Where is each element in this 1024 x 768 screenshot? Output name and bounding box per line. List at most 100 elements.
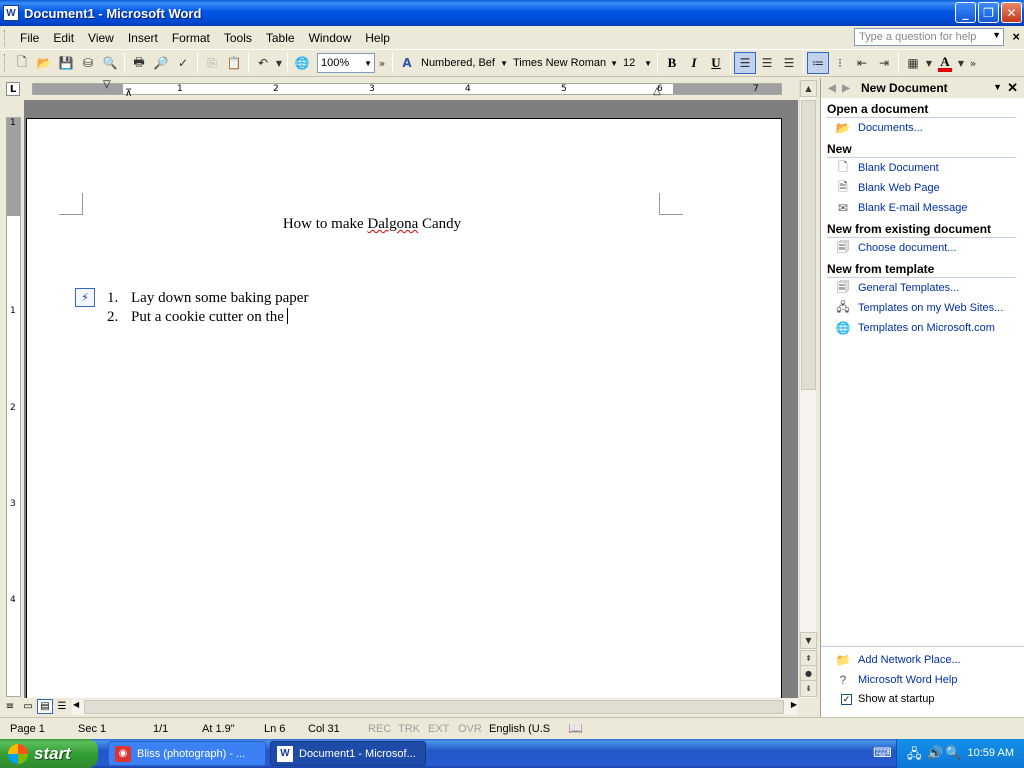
menu-edit[interactable]: Edit [46, 31, 81, 45]
close-document-button[interactable]: × [1012, 29, 1020, 44]
minimize-button[interactable]: _ [955, 2, 976, 23]
list-item[interactable]: 1. Lay down some baking paper [107, 290, 308, 307]
chevron-down-icon[interactable]: ▼ [644, 59, 652, 68]
status-line[interactable]: Ln 6 [264, 723, 285, 735]
close-button[interactable]: ✕ [1001, 2, 1022, 23]
font-combo[interactable]: Times New Roman ▼ [510, 53, 620, 73]
checkmark-icon[interactable]: ✓ [841, 693, 852, 705]
numbering-icon[interactable]: ≔ [807, 52, 829, 74]
link-web-templates[interactable]: 🖧 Templates on my Web Sites... [835, 298, 1024, 318]
close-icon[interactable]: ✕ [1007, 80, 1018, 96]
link-blank-email[interactable]: ✉ Blank E-mail Message [835, 198, 1024, 218]
document-area[interactable]: How to make Dalgona Candy ⚡ 1. Lay down s… [24, 100, 798, 698]
undo-icon[interactable]: ↶ [252, 52, 274, 74]
autocorrect-options-icon[interactable]: ⚡ [75, 288, 95, 307]
link-add-network-place[interactable]: 📁 Add Network Place... [835, 650, 1024, 670]
open-folder-icon[interactable]: 📂 [33, 52, 55, 74]
chevron-down-icon[interactable]: ▼ [993, 82, 1002, 92]
help-question-input[interactable]: Type a question for help ▼ [854, 28, 1004, 46]
permission-icon[interactable]: ⛁ [77, 52, 99, 74]
link-blank-document[interactable]: 🗋 Blank Document [835, 158, 1024, 178]
keyboard-icon[interactable]: ⌨ [873, 745, 892, 761]
status-at[interactable]: At 1.9" [202, 723, 235, 735]
show-at-startup-checkbox[interactable]: ✓ Show at startup [841, 690, 1024, 708]
align-left-icon[interactable]: ☰ [734, 52, 756, 74]
align-center-icon[interactable]: ☰ [756, 52, 778, 74]
print-layout-view-icon[interactable]: ▤ [37, 699, 53, 714]
link-general-templates[interactable]: 🗐 General Templates... [835, 278, 1024, 298]
taskbar-item-browser[interactable]: ◉ Bliss (photograph) - ... [108, 741, 266, 766]
save-icon[interactable]: 💾 [55, 52, 77, 74]
scroll-down-icon[interactable]: ▼ [800, 632, 817, 649]
insert-hyperlink-icon[interactable]: 🌐 [291, 52, 313, 74]
chevron-down-icon[interactable]: ▼ [364, 59, 372, 68]
word-app-icon[interactable]: W [3, 5, 19, 21]
status-ovr[interactable]: OVR [458, 723, 482, 735]
italic-button[interactable]: I [683, 52, 705, 74]
toolbar-overflow-button[interactable]: » [966, 52, 980, 74]
toolbar-grip[interactable] [4, 29, 7, 46]
increase-indent-icon[interactable]: ⇥ [873, 52, 895, 74]
menu-view[interactable]: View [81, 31, 121, 45]
print-preview-icon[interactable]: 🔍 [99, 52, 121, 74]
link-blank-web-page[interactable]: 🗎 Blank Web Page [835, 178, 1024, 198]
font-color-dropdown-icon[interactable]: ▼ [956, 52, 966, 74]
zoom-combo[interactable]: 100% ▼ [317, 53, 375, 73]
status-language[interactable]: English (U.S [489, 723, 550, 735]
list-item[interactable]: 2. Put a cookie cutter on the [107, 308, 288, 326]
chevron-down-icon[interactable]: ▼ [500, 59, 508, 68]
borders-dropdown-icon[interactable]: ▼ [924, 52, 934, 74]
vertical-scrollbar[interactable]: ▲ ▼ ⇞ ● ⇟ [799, 80, 817, 698]
status-trk[interactable]: TRK [398, 723, 420, 735]
maximize-button[interactable]: ❐ [978, 2, 999, 23]
hanging-indent-marker[interactable]: ⊼ [125, 88, 132, 99]
document-page[interactable]: How to make Dalgona Candy ⚡ 1. Lay down s… [26, 118, 782, 698]
normal-view-icon[interactable]: ≡ [2, 699, 18, 714]
status-section[interactable]: Sec 1 [78, 723, 106, 735]
link-microsoft-templates[interactable]: 🌐 Templates on Microsoft.com [835, 318, 1024, 338]
status-column[interactable]: Col 31 [308, 723, 340, 735]
print-icon[interactable]: 🖶 [128, 52, 150, 74]
right-indent-marker[interactable]: △ [653, 86, 661, 97]
spelling-icon[interactable]: ✓ [172, 52, 194, 74]
forward-arrow-icon[interactable]: ▶ [839, 83, 853, 94]
document-heading[interactable]: How to make Dalgona Candy [27, 216, 717, 233]
status-rec[interactable]: REC [368, 723, 391, 735]
status-ext[interactable]: EXT [428, 723, 449, 735]
status-page[interactable]: Page 1 [10, 723, 45, 735]
bullets-icon[interactable]: ⁝ [829, 52, 851, 74]
taskbar-item-word[interactable]: W Document1 - Microsof... [270, 741, 426, 766]
vertical-ruler[interactable]: 1 1 2 3 4 [6, 117, 21, 697]
scroll-up-icon[interactable]: ▲ [800, 80, 817, 97]
font-size-combo[interactable]: 12 ▼ [620, 53, 654, 73]
volume-icon[interactable]: 🔊 [927, 745, 943, 761]
copy-icon[interactable]: ⎘ [201, 52, 223, 74]
menu-table[interactable]: Table [259, 31, 302, 45]
toolbar-grip[interactable] [4, 54, 7, 72]
chevron-down-icon[interactable]: ▼ [610, 59, 618, 68]
search-icon[interactable]: 🔍 [945, 745, 961, 761]
first-line-indent-marker[interactable]: ▽ [103, 79, 111, 90]
borders-icon[interactable]: ▦ [902, 52, 924, 74]
link-choose-document[interactable]: 🗐 Choose document... [835, 238, 1024, 258]
research-icon[interactable]: 🔎 [150, 52, 172, 74]
horizontal-scroll-thumb[interactable] [84, 700, 784, 714]
paste-icon[interactable]: 📋 [223, 52, 245, 74]
style-combo[interactable]: Numbered, Bef ▼ [418, 53, 510, 73]
decrease-indent-icon[interactable]: ⇤ [851, 52, 873, 74]
menu-help[interactable]: Help [358, 31, 397, 45]
web-layout-view-icon[interactable]: ▭ [20, 699, 36, 714]
back-arrow-icon[interactable]: ◀ [825, 83, 839, 94]
misspelled-word[interactable]: Dalgona [367, 216, 418, 232]
network-icon[interactable]: 🖧 [907, 745, 922, 767]
bold-button[interactable]: B [661, 52, 683, 74]
status-pages[interactable]: 1/1 [153, 723, 168, 735]
horizontal-scrollbar[interactable]: ◀ ▶ [72, 699, 798, 715]
chevron-down-icon[interactable]: ▼ [992, 30, 1001, 40]
menu-file[interactable]: File [13, 31, 46, 45]
clock[interactable]: 10:59 AM [968, 747, 1014, 759]
menu-tools[interactable]: Tools [217, 31, 259, 45]
scroll-left-icon[interactable]: ◀ [73, 700, 79, 709]
next-page-icon[interactable]: ⇟ [800, 680, 817, 697]
font-color-button[interactable]: A [934, 52, 956, 74]
